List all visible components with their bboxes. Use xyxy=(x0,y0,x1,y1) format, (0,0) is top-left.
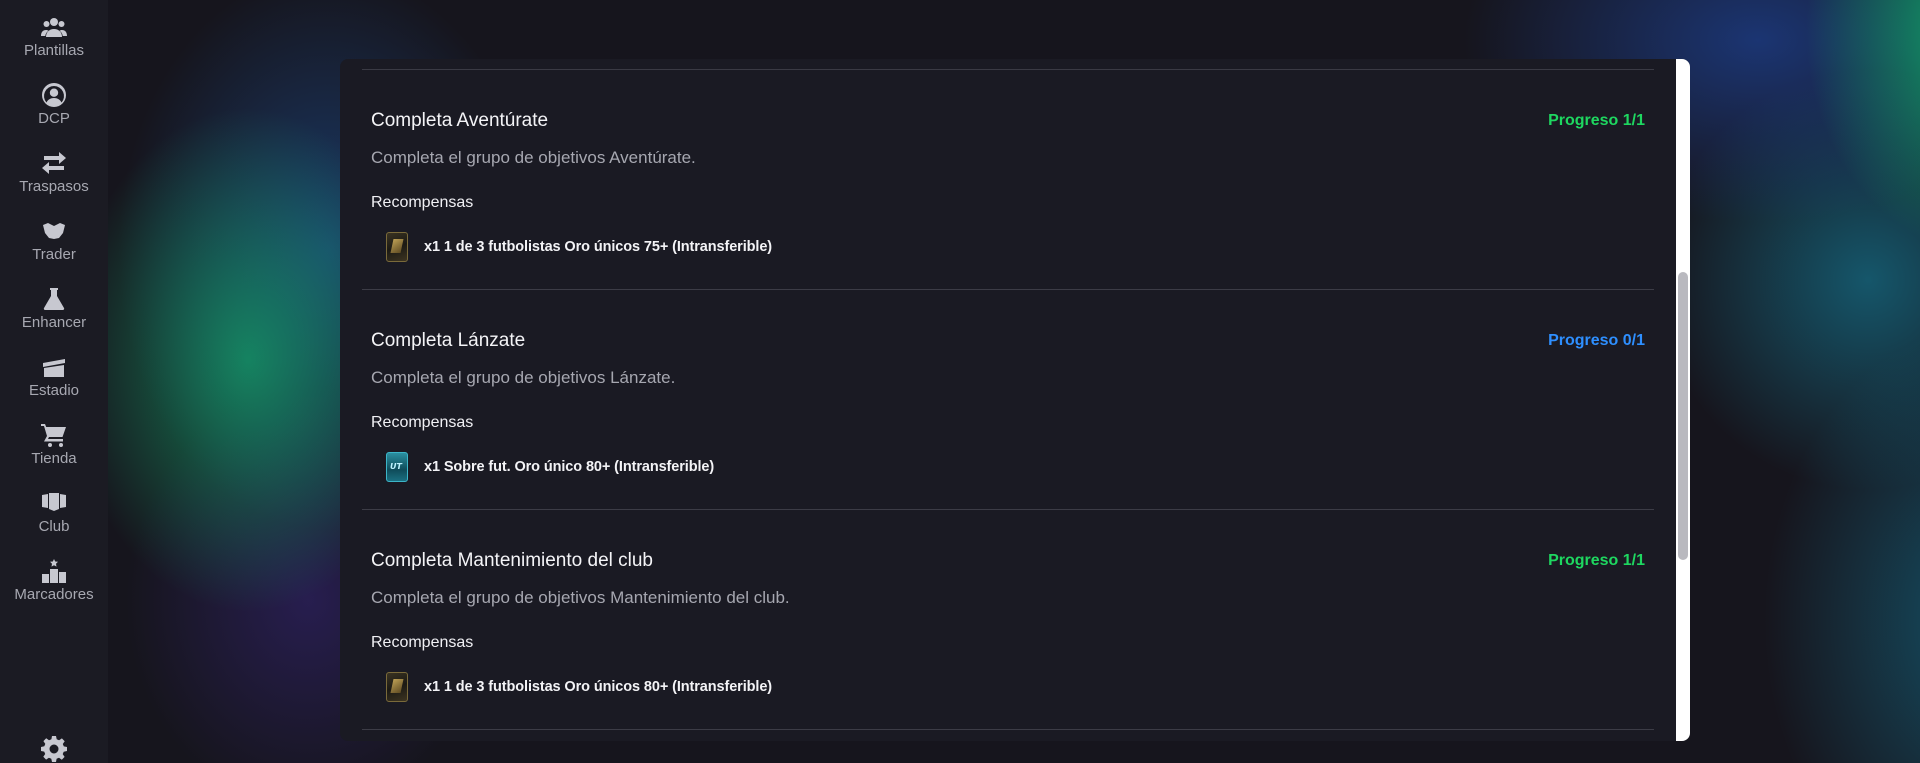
sidebar: Plantillas DCP Traspasos Trader Enhancer… xyxy=(0,0,108,763)
sidebar-item-marcadores[interactable]: Marcadores xyxy=(0,552,108,612)
reward-label: x1 Sobre fut. Oro único 80+ (Intransferi… xyxy=(424,459,715,475)
club-icon xyxy=(40,490,68,516)
objective-description: Completa el grupo de objetivos Mantenimi… xyxy=(371,588,790,607)
podium-icon xyxy=(40,558,68,584)
sidebar-item-label: Tienda xyxy=(31,450,77,467)
sidebar-item-tienda[interactable]: Tienda xyxy=(0,416,108,476)
rewards-heading: Recompensas xyxy=(371,634,474,651)
sidebar-item-dcp[interactable]: DCP xyxy=(0,76,108,136)
objective-title: Completa Mantenimiento del club xyxy=(371,550,653,571)
sidebar-item-label: Marcadores xyxy=(14,586,94,603)
sidebar-item-traspasos[interactable]: Traspasos xyxy=(0,144,108,204)
user-circle-icon xyxy=(40,82,68,108)
settings-button[interactable] xyxy=(40,735,68,763)
objective-card: Completa Aventúrate Progreso 1/1 Complet… xyxy=(362,70,1654,290)
handshake-icon xyxy=(40,218,68,244)
sidebar-item-estadio[interactable]: Estadio xyxy=(0,348,108,408)
reward-item: x1 Sobre fut. Oro único 80+ (Intransferi… xyxy=(386,450,714,484)
reward-label: x1 1 de 3 futbolistas Oro únicos 80+ (In… xyxy=(424,679,773,695)
objective-card: Completa Mantenimiento del club Progreso… xyxy=(362,510,1654,730)
reward-item: x1 1 de 3 futbolistas Oro únicos 75+ (In… xyxy=(386,230,772,264)
stadium-icon xyxy=(40,354,68,380)
sidebar-item-plantillas[interactable]: Plantillas xyxy=(0,8,108,68)
gear-icon xyxy=(41,736,67,762)
scrollbar-thumb[interactable] xyxy=(1678,272,1688,560)
sidebar-item-label: Estadio xyxy=(28,382,80,399)
pack-icon xyxy=(386,452,408,482)
objective-progress: Progreso 0/1 xyxy=(1548,332,1645,349)
reward-label: x1 1 de 3 futbolistas Oro únicos 75+ (In… xyxy=(424,239,773,255)
objectives-panel: Completa Aventúrate Progreso 1/1 Complet… xyxy=(340,59,1690,741)
sidebar-item-label: Plantillas xyxy=(23,42,85,59)
sidebar-item-label: Club xyxy=(38,518,70,535)
sidebar-item-trader[interactable]: Trader xyxy=(0,212,108,272)
sidebar-item-label: Enhancer xyxy=(21,314,87,331)
rewards-heading: Recompensas xyxy=(371,194,474,211)
rewards-heading: Recompensas xyxy=(371,414,474,431)
sidebar-item-enhancer[interactable]: Enhancer xyxy=(0,280,108,340)
reward-item: x1 1 de 3 futbolistas Oro únicos 80+ (In… xyxy=(386,670,772,704)
sidebar-item-club[interactable]: Club xyxy=(0,484,108,544)
sidebar-item-label: DCP xyxy=(38,110,70,127)
objective-card: Completa Lánzate Progreso 0/1 Completa e… xyxy=(362,290,1654,510)
flask-icon xyxy=(40,286,68,312)
objective-title: Completa Lánzate xyxy=(371,330,526,351)
objective-progress: Progreso 1/1 xyxy=(1548,552,1645,569)
sidebar-item-label: Traspasos xyxy=(19,178,89,195)
gold-player-pick-icon xyxy=(386,232,408,262)
objective-title: Completa Aventúrate xyxy=(371,110,549,131)
objective-progress: Progreso 1/1 xyxy=(1548,112,1645,129)
gold-player-pick-icon xyxy=(386,672,408,702)
sidebar-item-label: Trader xyxy=(32,246,76,263)
objective-description: Completa el grupo de objetivos Aventúrat… xyxy=(371,148,696,167)
objective-description: Completa el grupo de objetivos Lánzate. xyxy=(371,368,676,387)
users-icon xyxy=(40,14,68,40)
cart-icon xyxy=(40,422,68,448)
transfer-arrows-icon xyxy=(40,150,68,176)
